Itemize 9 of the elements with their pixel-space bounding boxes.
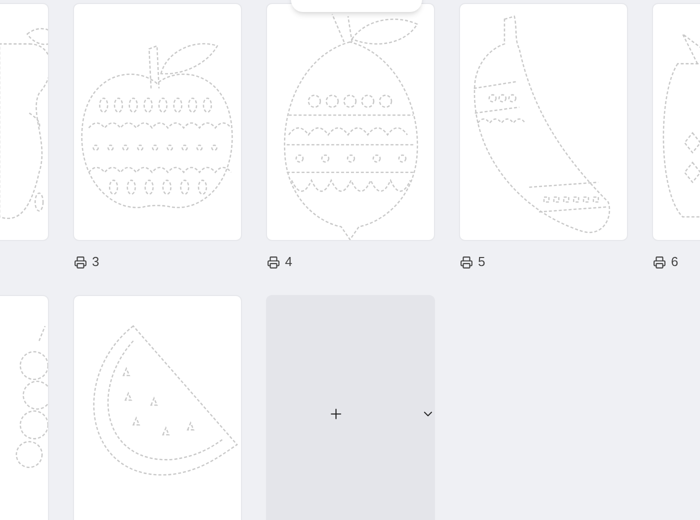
printer-icon bbox=[653, 256, 666, 268]
page-number: 4 bbox=[285, 253, 292, 271]
page-number: 3 bbox=[92, 253, 100, 271]
plus-icon bbox=[328, 406, 344, 422]
printer-icon bbox=[460, 256, 473, 268]
printer-icon bbox=[74, 256, 87, 268]
page-number: 6 bbox=[671, 253, 678, 271]
page-number: 5 bbox=[478, 253, 486, 271]
printer-icon bbox=[267, 256, 280, 268]
